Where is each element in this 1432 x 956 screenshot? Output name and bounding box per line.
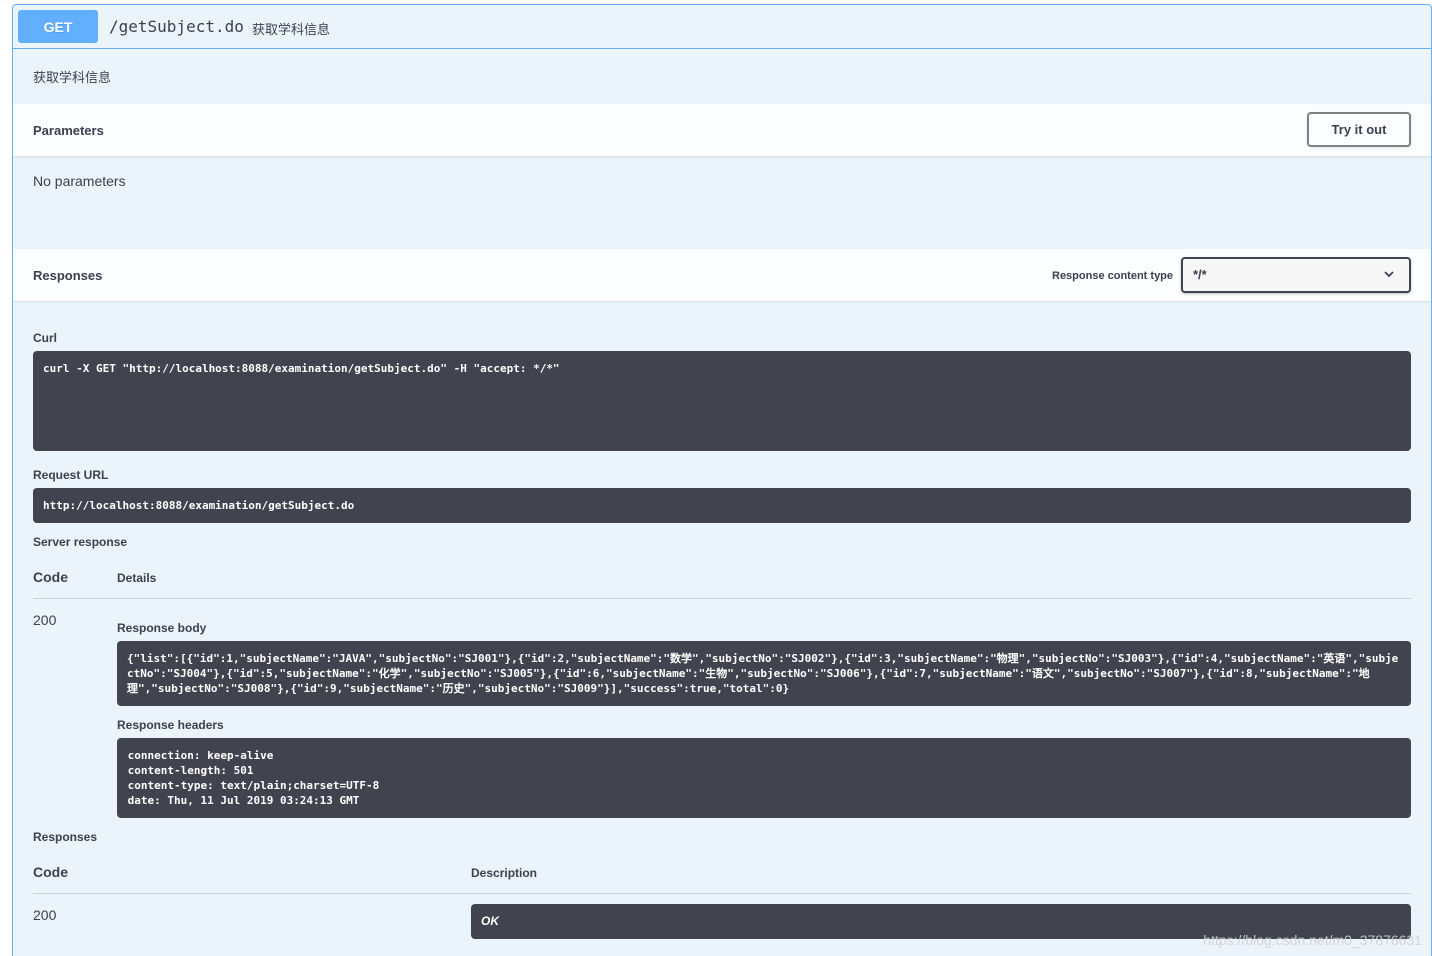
server-response-divider bbox=[33, 598, 1411, 599]
server-response-details-header: Details bbox=[117, 571, 157, 585]
server-response-code: 200 bbox=[33, 612, 57, 628]
response-body[interactable]: {"list":[{"id":1,"subjectName":"JAVA","s… bbox=[117, 641, 1411, 706]
no-parameters-text: No parameters bbox=[33, 173, 126, 189]
request-url-value[interactable]: http://localhost:8088/examination/getSub… bbox=[33, 488, 1411, 523]
operation-summary-description: 获取学科信息 bbox=[252, 22, 331, 37]
responses-description-header: Description bbox=[471, 866, 538, 880]
operation-summary[interactable]: GET /getSubject.do 获取学科信息 bbox=[13, 5, 1431, 49]
response-content-type-value: */* bbox=[1193, 267, 1207, 282]
response-code: 200 bbox=[33, 907, 57, 923]
parameters-title: Parameters bbox=[33, 123, 104, 138]
curl-label: Curl bbox=[33, 331, 57, 345]
response-content-type-select[interactable]: */* bbox=[1181, 257, 1411, 293]
response-headers-label: Response headers bbox=[117, 718, 224, 732]
operation-path: /getSubject.do bbox=[109, 17, 244, 36]
operation-block: GET /getSubject.do 获取学科信息 获取学科信息 Paramet… bbox=[12, 4, 1432, 956]
responses-title: Responses bbox=[33, 268, 103, 283]
response-body-label: Response body bbox=[117, 621, 207, 635]
try-it-out-button[interactable]: Try it out bbox=[1307, 112, 1411, 147]
server-response-label: Server response bbox=[33, 535, 128, 549]
chevron-down-icon bbox=[1384, 271, 1394, 278]
operation-description: 获取学科信息 bbox=[33, 70, 112, 85]
responses-code-header: Code bbox=[33, 864, 68, 880]
response-content-type-label: Response content type bbox=[1052, 270, 1174, 282]
responses-header: Responses Response content type */* bbox=[13, 249, 1431, 301]
watermark-text: https://blog.csdn.net/m0_37876631 bbox=[1203, 932, 1422, 948]
responses-divider bbox=[33, 893, 1411, 894]
curl-command[interactable]: curl -X GET "http://localhost:8088/exami… bbox=[33, 351, 1411, 451]
server-response-code-header: Code bbox=[33, 569, 68, 585]
request-url-label: Request URL bbox=[33, 468, 109, 482]
method-badge: GET bbox=[18, 10, 98, 43]
parameters-header: Parameters Try it out bbox=[13, 104, 1431, 156]
responses-label: Responses bbox=[33, 830, 98, 844]
response-headers[interactable]: connection: keep-alive content-length: 5… bbox=[117, 738, 1411, 818]
